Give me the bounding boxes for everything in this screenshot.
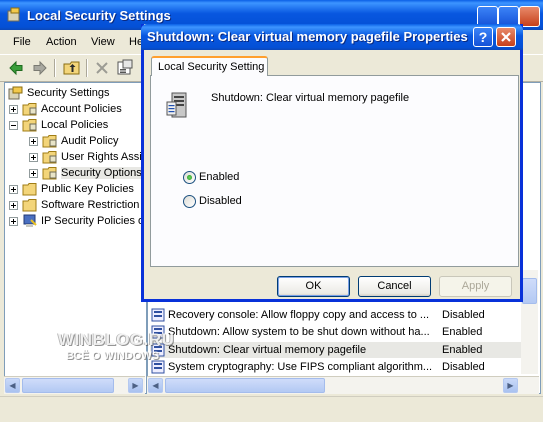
- scroll-right-icon[interactable]: ▶: [128, 378, 143, 393]
- up-folder-icon[interactable]: [62, 58, 82, 78]
- expand-plus-icon[interactable]: [9, 200, 18, 210]
- tree-item-software-restriction[interactable]: Software Restriction: [9, 197, 139, 213]
- tree-horizontal-scrollbar[interactable]: ◀ ▶: [4, 376, 145, 394]
- policy-folder-icon: [42, 135, 57, 148]
- tree-item-local-policies[interactable]: Local Policies: [9, 117, 108, 133]
- help-button[interactable]: ?: [473, 27, 493, 47]
- main-window-title: Local Security Settings: [27, 8, 171, 23]
- policy-name: Recovery console: Allow floppy copy and …: [168, 309, 430, 321]
- table-row[interactable]: System cryptography: Use FIPS compliant …: [150, 359, 522, 375]
- policy-server-icon: [166, 92, 187, 118]
- toolbar-separator: [86, 59, 88, 77]
- disabled-option[interactable]: Disabled: [183, 194, 242, 210]
- tree-item-label: Account Policies: [41, 103, 122, 115]
- cancel-button[interactable]: Cancel: [358, 276, 431, 297]
- disabled-radio[interactable]: [183, 194, 196, 208]
- table-row[interactable]: Shutdown: Allow system to be shut down w…: [150, 324, 522, 340]
- status-bar: [0, 396, 543, 422]
- policy-setting: Disabled: [442, 309, 485, 321]
- ok-button[interactable]: OK: [277, 276, 350, 297]
- table-row-selected[interactable]: Shutdown: Clear virtual memory pagefile …: [150, 342, 522, 358]
- tree-item-account-policies[interactable]: Account Policies: [9, 101, 122, 117]
- scroll-thumb[interactable]: [522, 278, 537, 304]
- expand-plus-icon[interactable]: [29, 152, 38, 162]
- policy-setting: Enabled: [442, 344, 483, 356]
- policy-setting-icon: [151, 308, 165, 322]
- winblog-watermark: WINBLOG.RU ВСЁ О WINDOWS: [54, 328, 174, 368]
- enabled-radio[interactable]: [183, 170, 196, 184]
- scroll-thumb[interactable]: [165, 378, 325, 393]
- tree-item-label: IP Security Policies o: [41, 215, 145, 227]
- tree-item-public-key-policies[interactable]: Public Key Policies: [9, 181, 134, 197]
- tree-item-security-settings[interactable]: Security Settings: [8, 85, 110, 101]
- apply-button[interactable]: Apply: [439, 276, 512, 297]
- policy-name: Shutdown: Clear virtual memory pagefile: [168, 344, 367, 356]
- folder-icon: [22, 183, 37, 196]
- security-settings-icon: [7, 7, 20, 22]
- expand-plus-icon[interactable]: [9, 216, 18, 226]
- tab-label: Local Security Setting: [158, 61, 265, 73]
- expand-plus-icon[interactable]: [9, 184, 18, 194]
- watermark-tagline: ВСЁ О WINDOWS: [66, 350, 160, 362]
- disabled-label: Disabled: [199, 195, 242, 207]
- policy-name: Shutdown: Allow system to be shut down w…: [168, 326, 430, 338]
- tree-item-audit-policy[interactable]: Audit Policy: [29, 133, 118, 149]
- list-vertical-scrollbar[interactable]: [521, 270, 538, 374]
- tree-item-label: User Rights Assi: [61, 151, 142, 163]
- tree-item-label: Security Settings: [27, 87, 110, 99]
- scroll-thumb[interactable]: [22, 378, 114, 393]
- tree-item-label: Software Restriction: [41, 199, 140, 211]
- tree-item-ip-security[interactable]: IP Security Policies o: [9, 213, 144, 229]
- security-settings-icon: [8, 86, 23, 100]
- expand-plus-icon[interactable]: [29, 168, 38, 178]
- scroll-right-icon[interactable]: ▶: [503, 378, 518, 393]
- forward-arrow-icon[interactable]: [30, 58, 50, 78]
- enabled-option[interactable]: Enabled: [183, 170, 239, 186]
- tree-item-label: Local Policies: [41, 119, 109, 131]
- dialog-close-button[interactable]: [496, 27, 516, 47]
- watermark-logo-text: WINBLOG.RU: [58, 330, 175, 349]
- close-icon: [501, 32, 511, 42]
- folder-icon: [22, 199, 37, 212]
- list-horizontal-scrollbar[interactable]: ◀ ▶: [147, 376, 539, 394]
- menu-file[interactable]: File: [13, 36, 31, 48]
- back-arrow-icon[interactable]: [6, 58, 26, 78]
- scroll-left-icon[interactable]: ◀: [5, 378, 20, 393]
- tree-item-label: Public Key Policies: [41, 183, 134, 195]
- menu-view[interactable]: View: [91, 36, 115, 48]
- properties-icon[interactable]: [115, 58, 135, 78]
- table-row[interactable]: Recovery console: Allow floppy copy and …: [150, 307, 522, 323]
- expand-plus-icon[interactable]: [29, 136, 38, 146]
- policy-title: Shutdown: Clear virtual memory pagefile: [211, 92, 410, 104]
- scroll-left-icon[interactable]: ◀: [148, 378, 163, 393]
- policy-setting: Enabled: [442, 326, 483, 338]
- enabled-label: Enabled: [199, 171, 240, 183]
- tree-item-security-options[interactable]: Security Options: [29, 165, 142, 181]
- policy-folder-icon: [22, 103, 37, 116]
- collapse-minus-icon[interactable]: [9, 120, 18, 130]
- expand-plus-icon[interactable]: [9, 104, 18, 114]
- dialog-titlebar[interactable]: Shutdown: Clear virtual memory pagefile …: [141, 24, 523, 50]
- tree-item-label: Security Options: [61, 167, 142, 179]
- toolbar-separator: [54, 59, 56, 77]
- tree-item-user-rights[interactable]: User Rights Assi: [29, 149, 142, 165]
- policy-name: System cryptography: Use FIPS compliant …: [168, 361, 433, 373]
- policy-folder-icon: [22, 119, 37, 132]
- delete-icon[interactable]: [92, 58, 112, 78]
- dialog-title: Shutdown: Clear virtual memory pagefile …: [147, 29, 468, 44]
- tab-local-security-setting[interactable]: Local Security Setting: [151, 56, 268, 76]
- ip-security-icon: [23, 214, 37, 228]
- policy-folder-icon: [42, 167, 57, 180]
- menu-action[interactable]: Action: [46, 36, 77, 48]
- tree-item-label: Audit Policy: [61, 135, 119, 147]
- policy-setting: Disabled: [442, 361, 485, 373]
- policy-folder-icon: [42, 151, 57, 164]
